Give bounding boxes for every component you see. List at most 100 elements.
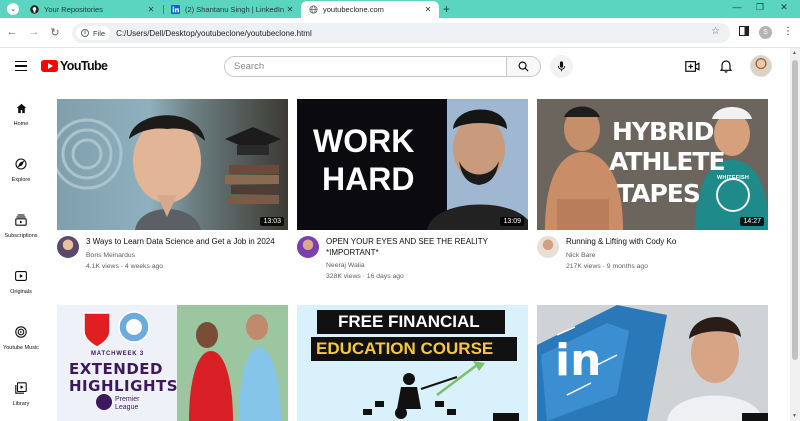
sidebar-item-label: Originals — [10, 289, 32, 295]
video-thumbnail[interactable]: MATCHWEEK 3 EXTENDED HIGHLIGHTS Premier … — [57, 305, 288, 421]
sidebar-item-label: Library — [12, 401, 30, 407]
tab-search-icon[interactable]: ⌄ — [7, 3, 19, 15]
minimize-icon[interactable]: — — [730, 2, 744, 12]
voice-search-button[interactable] — [550, 55, 573, 78]
video-thumbnail[interactable]: FREE FINANCIAL EDUCATION COURSE — [297, 305, 528, 421]
thumbnail-text: TAPES — [617, 179, 701, 208]
notifications-bell-icon[interactable] — [718, 58, 734, 74]
video-thumbnail[interactable]: 13:03 — [57, 99, 288, 230]
logo-text: YouTube — [60, 59, 108, 73]
page-scrollbar[interactable]: ▲ ▼ — [790, 48, 800, 421]
youtube-play-icon — [41, 60, 58, 72]
thumbnail-caption: MATCHWEEK 3 — [91, 351, 145, 357]
video-thumbnail[interactable]: HYBRID ATHLETE TAPES WHITEFISH 14:27 — [537, 99, 768, 230]
search-button[interactable] — [506, 56, 541, 77]
hamburger-menu-icon[interactable] — [15, 61, 27, 74]
create-video-icon[interactable] — [684, 58, 700, 74]
url-text: C:/Users/Dell/Desktop/youtubeclone/youtu… — [116, 28, 312, 38]
video-card[interactable]: HYBRID ATHLETE TAPES WHITEFISH 14:27 Run… — [537, 99, 768, 279]
sidebar-item-youtube-music[interactable]: Youtube Music — [0, 325, 42, 351]
tab-youtubeclone[interactable]: youtubeclone.com ✕ — [301, 1, 439, 18]
tab-title: Your Repositories — [44, 5, 103, 14]
thumbnail-artwork — [57, 115, 281, 230]
sidebar-item-subscriptions[interactable]: Subscriptions — [0, 213, 42, 239]
globe-icon — [309, 5, 318, 14]
thumbnail-text: HARD — [322, 161, 415, 197]
music-icon — [14, 325, 28, 339]
thumbnail-text: HYBRID — [612, 117, 714, 146]
sidebar-item-explore[interactable]: Explore — [0, 157, 42, 183]
video-thumbnail[interactable]: in — [537, 305, 768, 421]
restore-icon[interactable]: ❐ — [753, 2, 767, 13]
video-card[interactable]: MATCHWEEK 3 EXTENDED HIGHLIGHTS Premier … — [57, 305, 288, 421]
close-window-icon[interactable]: ✕ — [777, 2, 791, 13]
thumbnail-shirt-text: WHITEFISH — [717, 175, 750, 181]
channel-name[interactable]: Boris Meinardus — [86, 252, 135, 259]
thumbnail-text: HIGHLIGHTS — [69, 377, 179, 395]
video-card[interactable]: FREE FINANCIAL EDUCATION COURSE — [297, 305, 528, 421]
sidebar-item-library[interactable]: Library — [0, 381, 42, 407]
sidebar-item-home[interactable]: Home — [0, 101, 42, 127]
subscriptions-icon — [14, 213, 28, 227]
github-icon — [30, 5, 39, 14]
tab-title: youtubeclone.com — [323, 5, 384, 14]
channel-name[interactable]: Nick Bare — [566, 252, 595, 259]
sidebar-item-label: Youtube Music — [3, 345, 39, 351]
profile-avatar[interactable]: S — [759, 26, 772, 39]
search-input[interactable]: Search — [224, 56, 507, 77]
channel-name[interactable]: Neeraj Walia — [326, 262, 365, 269]
thumbnail-text: in — [555, 335, 602, 386]
close-icon[interactable]: ✕ — [285, 5, 295, 14]
video-duration: 13:09 — [500, 217, 524, 226]
video-stats: 217K views · 9 months ago — [566, 263, 648, 270]
microphone-icon — [557, 61, 566, 72]
thumbnail-text: ATHLETE — [609, 147, 726, 176]
tab-title: (2) Shantanu Singh | LinkedIn — [185, 5, 285, 14]
back-icon[interactable]: ← — [5, 26, 19, 38]
user-avatar[interactable] — [750, 55, 772, 77]
sidebar-item-label: Subscriptions — [4, 233, 38, 239]
video-stats: 328K views · 16 days ago — [326, 273, 404, 280]
youtube-logo[interactable]: YouTube — [41, 59, 108, 73]
scrollbar-thumb[interactable] — [792, 60, 798, 360]
forward-icon[interactable]: → — [27, 26, 41, 38]
menu-kebab-icon[interactable]: ⋮ — [783, 26, 793, 37]
channel-avatar[interactable] — [537, 236, 559, 258]
linkedin-icon — [171, 5, 180, 14]
new-tab-button[interactable]: + — [443, 2, 450, 16]
premier-league-logo: Premier League — [115, 396, 140, 411]
search-icon — [518, 61, 529, 72]
sidebar-item-originals[interactable]: Originals — [0, 269, 42, 295]
info-icon: i — [81, 29, 89, 37]
reload-icon[interactable]: ↻ — [48, 26, 62, 39]
home-icon — [14, 101, 28, 115]
address-bar[interactable]: i File C:/Users/Dell/Desktop/youtubeclon… — [72, 23, 730, 43]
video-duration: 14:27 — [740, 217, 764, 226]
close-icon[interactable]: ✕ — [146, 5, 156, 14]
scroll-up-arrow-icon[interactable]: ▲ — [792, 50, 797, 56]
video-thumbnail[interactable]: WORK HARD 13:09 — [297, 99, 528, 230]
browser-toolbar: ← → ↻ i File C:/Users/Dell/Desktop/youtu… — [0, 18, 800, 48]
video-card[interactable]: WORK HARD 13:09 OPEN YOUR EYES AND SEE T… — [297, 99, 528, 289]
channel-avatar[interactable] — [57, 236, 79, 258]
side-panel-icon[interactable] — [739, 26, 749, 39]
video-duration: 13:03 — [260, 217, 284, 226]
sidebar-item-label: Explore — [11, 177, 31, 183]
originals-icon — [14, 269, 28, 283]
video-card[interactable]: 13:03 3 Ways to Learn Data Science and G… — [57, 99, 288, 279]
tab-your-repositories[interactable]: Your Repositories ✕ — [22, 1, 162, 18]
channel-avatar[interactable] — [297, 236, 319, 258]
scroll-down-arrow-icon[interactable]: ▼ — [792, 413, 797, 419]
tab-linkedin[interactable]: (2) Shantanu Singh | LinkedIn ✕ — [163, 1, 301, 18]
browser-tab-strip: ⌄ Your Repositories ✕ (2) Shantanu Singh… — [0, 0, 800, 18]
video-title[interactable]: 3 Ways to Learn Data Science and Get a J… — [86, 237, 286, 248]
video-title[interactable]: OPEN YOUR EYES AND SEE THE REALITY *IMPO… — [326, 237, 526, 258]
explore-icon — [14, 157, 28, 171]
thumbnail-text: EDUCATION COURSE — [316, 339, 494, 358]
sidebar-item-label: Home — [13, 121, 29, 127]
video-title[interactable]: Running & Lifting with Cody Ko — [566, 237, 766, 248]
site-info-chip[interactable]: i File — [76, 26, 111, 40]
close-icon[interactable]: ✕ — [423, 5, 433, 14]
bookmark-star-icon[interactable]: ☆ — [711, 26, 720, 37]
video-card[interactable]: in — [537, 305, 768, 421]
